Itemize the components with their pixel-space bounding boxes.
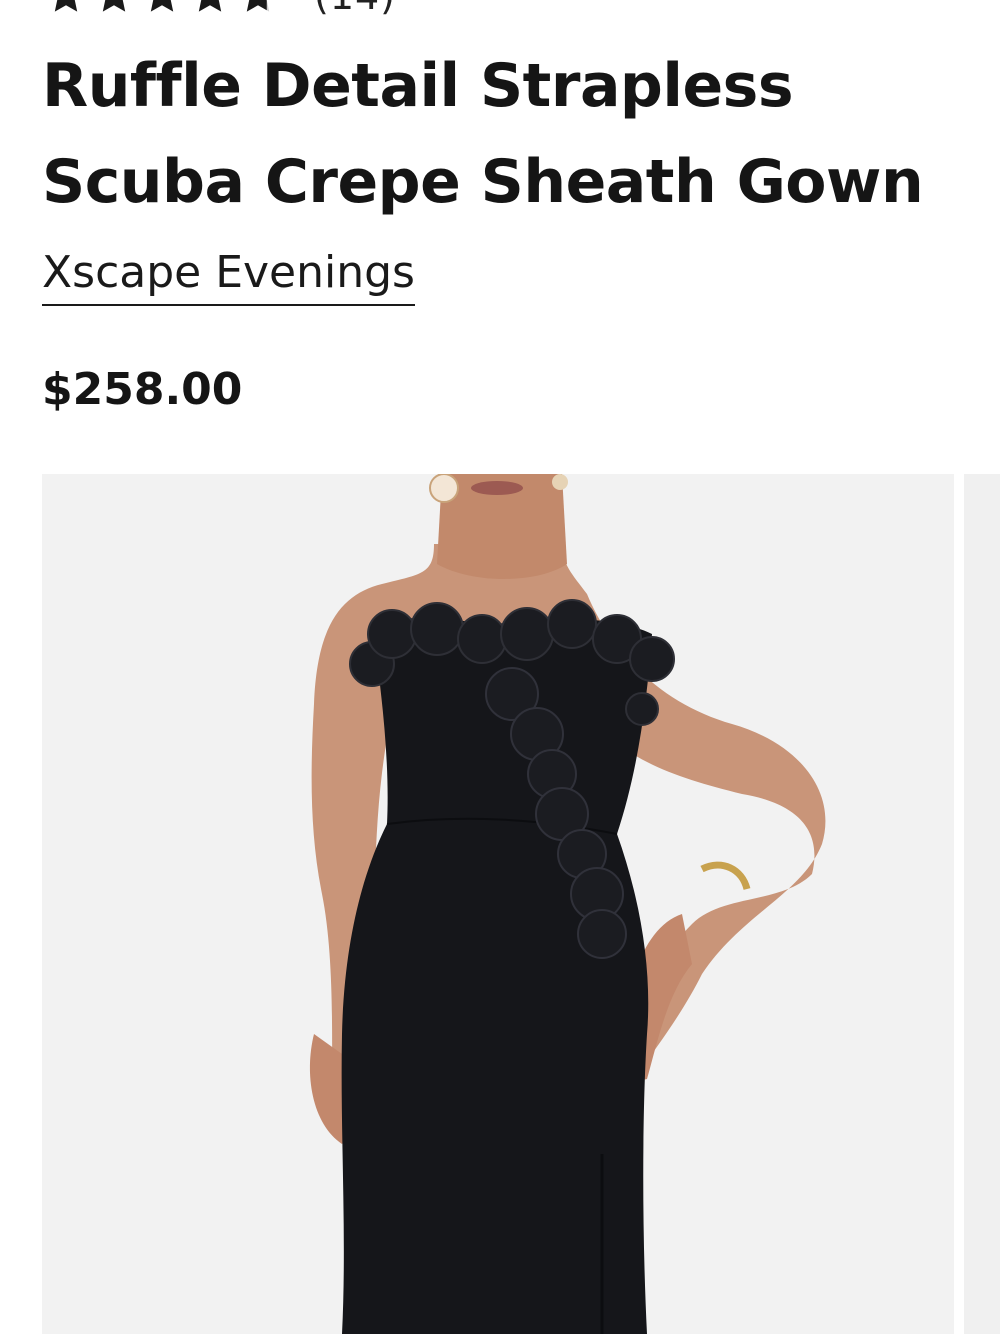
rating[interactable]: (14) — [44, 0, 396, 18]
star-icon — [150, 0, 174, 12]
star-icon — [198, 0, 222, 12]
star-icon — [54, 0, 78, 12]
brand-link[interactable]: Xscape Evenings — [42, 242, 415, 306]
model-photo — [42, 474, 954, 1334]
star-partial-icon — [246, 0, 270, 12]
product-price: $258.00 — [42, 364, 243, 415]
product-image-carousel[interactable] — [42, 474, 1000, 1334]
star-icon — [102, 0, 126, 12]
next-image-peek[interactable] — [964, 474, 1000, 1334]
product-title: Ruffle Detail Strapless Scuba Crepe Shea… — [42, 51, 924, 217]
review-count[interactable]: (14) — [314, 0, 396, 18]
product-image[interactable] — [42, 474, 954, 1334]
